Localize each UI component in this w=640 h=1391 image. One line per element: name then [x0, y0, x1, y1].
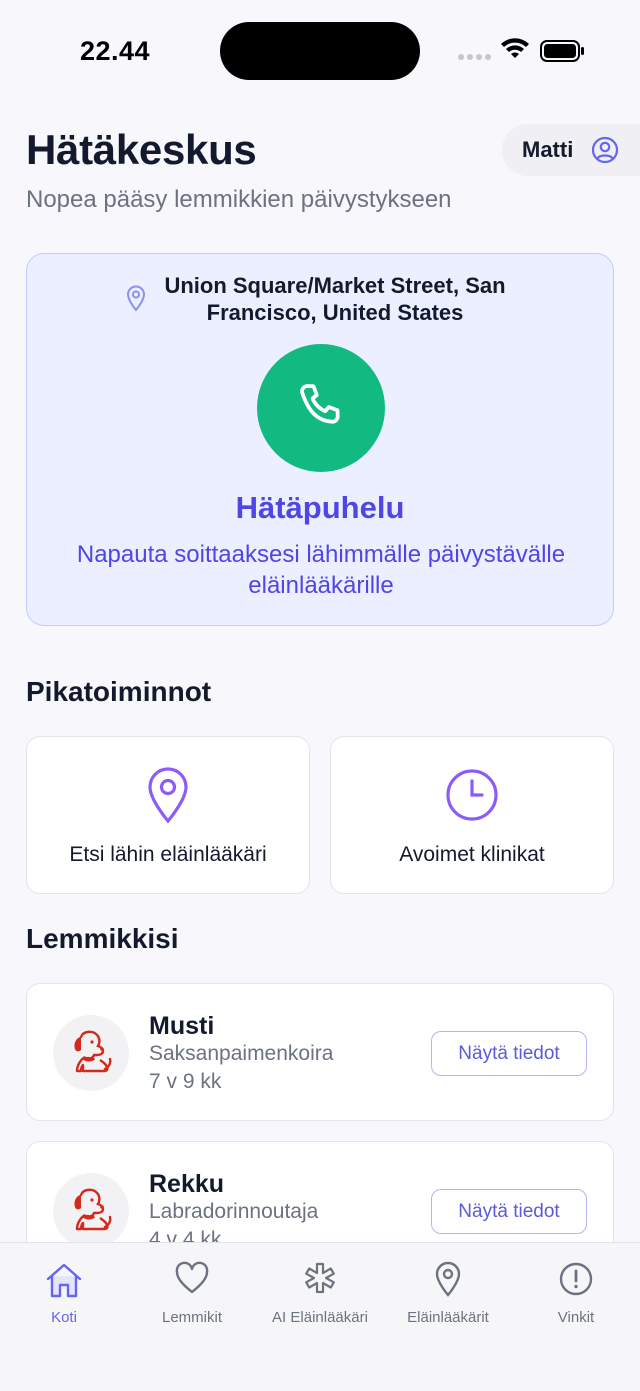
- tab-ai-vet[interactable]: AI Eläinlääkäri: [256, 1261, 384, 1326]
- emergency-card: Union Square/Market Street, San Francisc…: [26, 253, 614, 626]
- pet-breed: Saksanpaimenkoira: [149, 1042, 334, 1065]
- pet-age: 7 v 9 kk: [149, 1070, 222, 1093]
- alert-circle-icon: [559, 1262, 593, 1296]
- status-time: 22.44: [80, 36, 151, 66]
- tab-label: Koti: [51, 1309, 77, 1326]
- tab-label: AI Eläinlääkäri: [272, 1309, 368, 1326]
- tab-label: Lemmikit: [161, 1309, 222, 1326]
- tab-vets[interactable]: Eläinlääkärit: [384, 1261, 512, 1326]
- medical-star-icon: [305, 1262, 335, 1294]
- profile-button[interactable]: Matti: [502, 124, 640, 176]
- page-title: Hätäkeskus: [26, 126, 257, 173]
- tab-label: Vinkit: [557, 1309, 595, 1326]
- wifi-icon: [501, 38, 529, 58]
- view-details-button[interactable]: Näytä tiedot: [431, 1189, 587, 1234]
- dog-icon: [74, 1030, 112, 1073]
- heart-icon: [175, 1261, 209, 1294]
- dog-icon: [74, 1188, 112, 1231]
- view-details-button[interactable]: Näytä tiedot: [431, 1031, 587, 1076]
- avatar: [53, 1015, 129, 1091]
- status-bar: 22.44: [0, 0, 640, 100]
- phone-icon: [300, 384, 340, 424]
- avatar: [53, 1173, 129, 1249]
- page-subtitle: Nopea pääsy lemmikkien päivystykseen: [26, 186, 452, 213]
- profile-name: Matti: [522, 137, 574, 162]
- quick-action-label: Avoimet klinikat: [399, 843, 545, 866]
- quick-actions-title: Pikatoiminnot: [26, 676, 212, 707]
- map-pin-icon: [435, 1261, 461, 1297]
- quick-action-label: Etsi lähin eläinlääkäri: [69, 843, 267, 866]
- find-nearest-vet-button[interactable]: Etsi lähin eläinlääkäri: [26, 736, 310, 894]
- call-description: Napauta soittaaksesi lähimmälle päivystä…: [76, 541, 566, 599]
- battery-icon: [540, 40, 584, 62]
- call-title: Hätäpuhelu: [235, 490, 405, 525]
- tab-bar: Koti Lemmikit AI Eläinlääkäri Eläinlääkä…: [0, 1242, 640, 1391]
- pet-breed: Labradorinnoutaja: [149, 1200, 319, 1223]
- tab-label: Eläinlääkärit: [407, 1309, 489, 1326]
- tab-home[interactable]: Koti: [0, 1261, 128, 1326]
- tab-pets[interactable]: Lemmikit: [128, 1261, 256, 1326]
- home-icon: [46, 1263, 82, 1298]
- user-circle-icon: [592, 136, 619, 164]
- pet-name: Rekku: [149, 1170, 225, 1198]
- pet-name: Musti: [149, 1012, 215, 1040]
- pet-card: Musti Saksanpaimenkoira 7 v 9 kk Näytä t…: [26, 983, 614, 1121]
- pets-title: Lemmikkisi: [26, 923, 179, 954]
- clock-icon: [446, 769, 498, 821]
- tab-tips[interactable]: Vinkit: [512, 1261, 640, 1326]
- open-clinics-button[interactable]: Avoimet klinikat: [330, 736, 614, 894]
- emergency-call-button[interactable]: [257, 344, 385, 472]
- location-text: Union Square/Market Street, San Francisc…: [164, 273, 506, 325]
- dynamic-island: [220, 22, 420, 80]
- map-pin-icon: [148, 767, 188, 824]
- signal-icon: [458, 54, 491, 60]
